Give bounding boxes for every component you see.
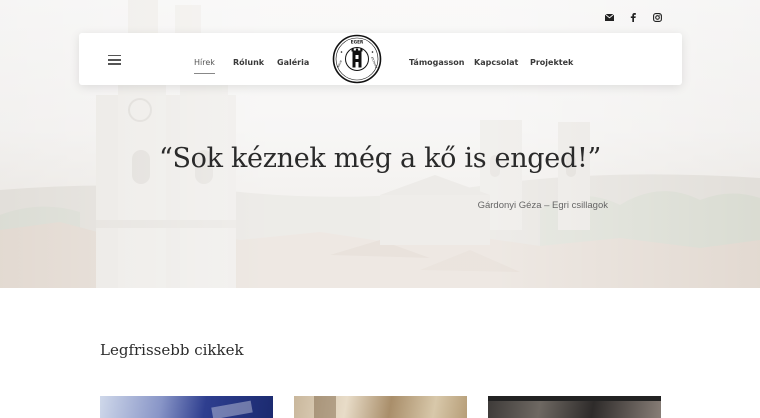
nav-item-projektek[interactable]: Projektek <box>530 58 573 67</box>
main-navigation: Hírek Rólunk Galéria EGER INKUB ÁTORHÁZ … <box>79 33 682 85</box>
article-card-image <box>488 396 661 401</box>
social-links <box>602 10 664 24</box>
hero-quote: “Sok kéznek még a kő is enged!” <box>158 143 602 174</box>
article-card-3[interactable] <box>488 396 661 418</box>
nav-item-rolunk[interactable]: Rólunk <box>233 58 264 67</box>
nav-item-galeria[interactable]: Galéria <box>277 58 309 67</box>
nav-item-kapcsolat[interactable]: Kapcsolat <box>474 58 518 67</box>
latest-articles-heading: Legfrissebb cikkek <box>100 341 244 359</box>
hamburger-icon[interactable] <box>108 55 121 65</box>
tower-seal-icon: EGER INKUB ÁTORHÁZ <box>332 34 382 84</box>
article-card-2[interactable] <box>294 396 467 418</box>
instagram-icon[interactable] <box>650 10 664 24</box>
nav-item-hirek[interactable]: Hírek <box>194 58 215 74</box>
facebook-icon[interactable] <box>626 10 640 24</box>
article-card-1[interactable] <box>100 396 273 418</box>
article-card-image <box>314 396 336 418</box>
envelope-icon[interactable] <box>602 10 616 24</box>
article-card-image <box>211 400 253 418</box>
svg-text:EGER: EGER <box>351 40 364 45</box>
nav-item-tamogasson[interactable]: Támogasson <box>409 58 465 67</box>
site-logo[interactable]: EGER INKUB ÁTORHÁZ <box>332 34 382 84</box>
hero-quote-author: Gárdonyi Géza – Egri csillagok <box>477 200 608 211</box>
